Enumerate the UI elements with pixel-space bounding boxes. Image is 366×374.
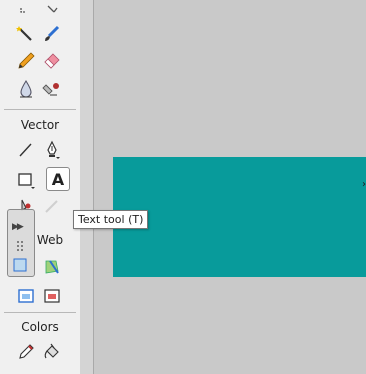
tools-panel: Vector A Web Colors xyxy=(0,0,81,374)
slice-icon[interactable] xyxy=(40,255,64,279)
text-icon[interactable]: A xyxy=(46,167,70,191)
knife-icon[interactable] xyxy=(40,194,64,218)
panel-divider[interactable] xyxy=(80,0,94,374)
tooltip: Text tool (T) xyxy=(73,210,149,229)
hide-slices-icon[interactable] xyxy=(14,284,38,308)
line-icon[interactable] xyxy=(14,138,38,162)
lasso-icon[interactable] xyxy=(40,0,64,18)
cursor-icon: › xyxy=(362,179,366,190)
rubber-stamp-icon[interactable] xyxy=(40,77,64,101)
floating-tool-palette[interactable]: ▶▶ xyxy=(7,209,35,277)
grip-handle[interactable] xyxy=(16,240,24,252)
section-label-colors: Colors xyxy=(21,320,59,334)
separator xyxy=(4,109,76,110)
pen-icon[interactable] xyxy=(40,138,64,162)
magic-wand-icon[interactable] xyxy=(14,22,38,46)
separator xyxy=(4,312,76,313)
expand-arrows-icon[interactable]: ▶▶ xyxy=(12,222,24,232)
eyedropper-icon[interactable] xyxy=(14,340,38,364)
paint-bucket-icon[interactable] xyxy=(40,340,64,364)
pencil-icon[interactable] xyxy=(14,49,38,73)
section-label-vector: Vector xyxy=(20,118,60,132)
teal-rectangle-shape[interactable] xyxy=(113,157,366,277)
eraser-icon[interactable] xyxy=(40,49,64,73)
brush-icon[interactable] xyxy=(40,22,64,46)
show-slices-icon[interactable] xyxy=(40,284,64,308)
rectangle-icon[interactable] xyxy=(14,168,38,192)
hotspot-icon[interactable] xyxy=(12,256,30,274)
blur-icon[interactable] xyxy=(14,77,38,101)
marquee-icon[interactable] xyxy=(16,0,40,18)
svg-text:A: A xyxy=(52,170,65,189)
document-canvas[interactable]: › xyxy=(94,0,366,374)
